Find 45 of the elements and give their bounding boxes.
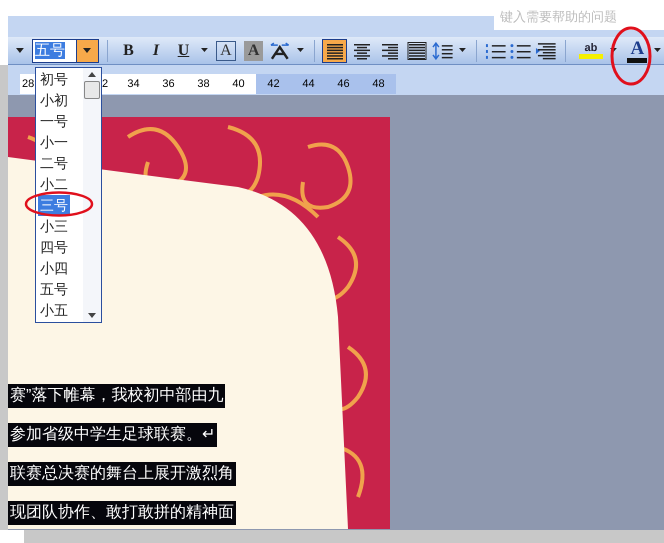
- character-scale-icon[interactable]: [268, 40, 292, 60]
- character-border-button[interactable]: A: [216, 40, 236, 60]
- annotation-circle: [610, 26, 652, 86]
- font-size-box[interactable]: 五号: [32, 38, 99, 62]
- font-size-option[interactable]: 初号: [38, 69, 70, 90]
- italic-button[interactable]: I: [143, 38, 169, 62]
- font-size-option[interactable]: 小五: [38, 300, 70, 321]
- character-shading-button[interactable]: A: [244, 40, 264, 60]
- caret-icon[interactable]: [610, 48, 617, 53]
- font-size-option[interactable]: 五号: [38, 279, 70, 300]
- ruler-number: 34: [116, 74, 151, 94]
- caret-icon[interactable]: [296, 48, 304, 53]
- ruler-number: 28: [20, 74, 36, 94]
- ruler-number: 42: [256, 74, 291, 94]
- font-size-option[interactable]: 二号: [38, 153, 70, 174]
- ruler-number: 48: [361, 74, 396, 94]
- font-size-option[interactable]: 小初: [38, 90, 70, 111]
- scroll-down-icon[interactable]: [88, 313, 96, 318]
- ruler-number: 36: [151, 74, 186, 94]
- font-size-option[interactable]: 四号: [38, 237, 70, 258]
- ruler-number: 40: [221, 74, 256, 94]
- font-size-value[interactable]: 五号: [34, 42, 65, 58]
- align-left-button[interactable]: [322, 38, 348, 62]
- scroll-up-icon[interactable]: [88, 72, 96, 77]
- ruler-number: 38: [186, 74, 221, 94]
- ruler-number: 46: [326, 74, 361, 94]
- indent-icon[interactable]: [534, 40, 558, 60]
- line-spacing-icon[interactable]: [432, 40, 454, 60]
- caret-icon[interactable]: [458, 48, 466, 53]
- font-size-option[interactable]: 一号: [38, 111, 70, 132]
- annotation-circle: [24, 191, 94, 217]
- scrollbar[interactable]: [83, 68, 101, 322]
- highlight-button[interactable]: ab: [577, 38, 605, 62]
- font-size-option[interactable]: 小一: [38, 132, 70, 153]
- bold-button[interactable]: B: [116, 38, 142, 62]
- underline-button[interactable]: U: [170, 38, 196, 62]
- caret-icon[interactable]: [201, 48, 208, 53]
- caret-icon[interactable]: [16, 48, 24, 54]
- ruler-number: 44: [291, 74, 326, 94]
- caret-icon[interactable]: [83, 48, 92, 54]
- font-size-option[interactable]: 小二: [38, 174, 70, 195]
- font-size-option[interactable]: 小四: [38, 258, 70, 279]
- scrollbar-thumb[interactable]: [84, 81, 100, 99]
- font-size-option[interactable]: 小三: [38, 216, 70, 237]
- caret-icon[interactable]: [654, 48, 662, 53]
